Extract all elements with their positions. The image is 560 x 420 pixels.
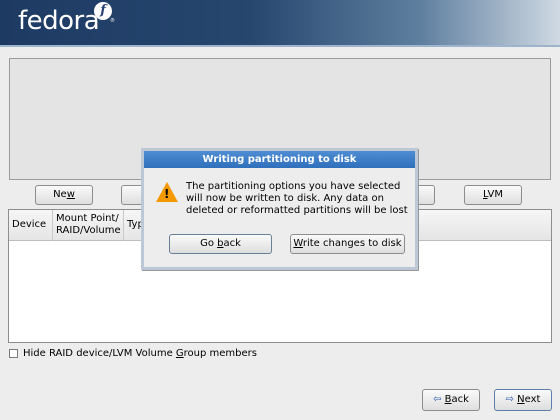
column-device[interactable]: Device <box>9 210 53 241</box>
back-arrow-icon: ⇦ <box>433 394 442 405</box>
column-mount-point[interactable]: Mount Point/ RAID/Volume <box>53 210 124 241</box>
fedora-wordmark: fedora <box>18 6 100 36</box>
next-arrow-icon: ⇨ <box>505 394 514 405</box>
lvm-button-label: VM <box>487 189 503 200</box>
back-button[interactable]: ⇦ Back <box>422 389 480 411</box>
new-button-mnemonic: w <box>66 189 75 200</box>
next-button[interactable]: ⇨ Next <box>494 389 552 411</box>
checkbox-box[interactable] <box>9 349 18 358</box>
banner-divider <box>0 45 560 47</box>
new-button-label: Ne <box>53 189 67 200</box>
fedora-banner: fedora f ® <box>0 0 560 47</box>
write-partitioning-dialog: Writing partitioning to disk ! The parti… <box>141 148 418 270</box>
go-back-button[interactable]: Go back <box>169 234 272 254</box>
lvm-button[interactable]: LVM <box>464 185 522 205</box>
hide-raid-checkbox[interactable]: Hide RAID device/LVM Volume Group member… <box>9 348 257 359</box>
write-changes-button[interactable]: Write changes to disk <box>290 234 405 254</box>
new-button[interactable]: New <box>35 185 93 205</box>
warning-exclamation: ! <box>164 187 170 201</box>
dialog-title: Writing partitioning to disk <box>144 151 415 168</box>
hide-raid-label: Hide RAID device/LVM Volume Group member… <box>23 348 257 359</box>
trademark-symbol: ® <box>110 18 115 24</box>
dialog-message: The partitioning options you have select… <box>186 181 408 216</box>
